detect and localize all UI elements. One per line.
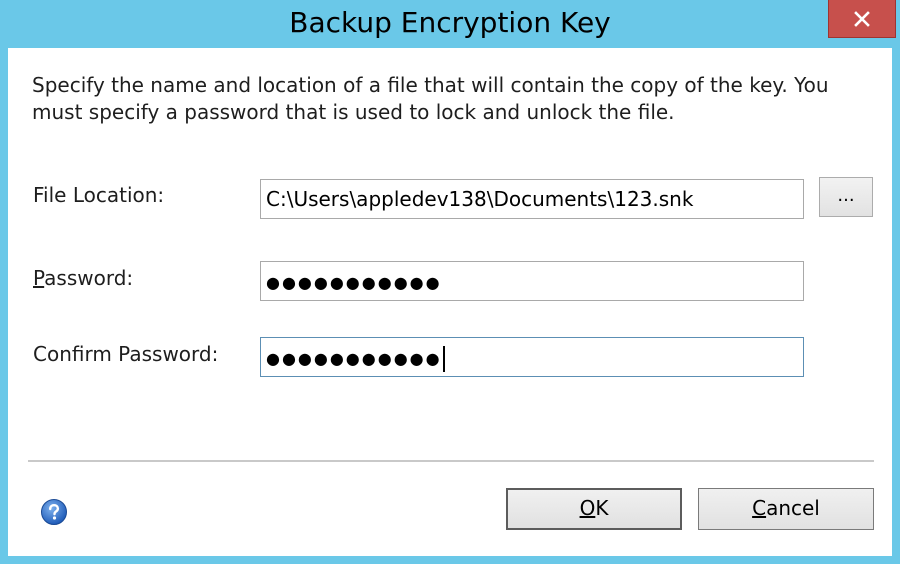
confirm-password-input[interactable]: ●●●●●●●●●●● — [260, 337, 804, 377]
confirm-password-masked-value: ●●●●●●●●●●● — [266, 349, 442, 368]
ok-label-rest: K — [595, 496, 609, 520]
password-masked-value: ●●●●●●●●●●● — [266, 273, 442, 292]
password-input[interactable]: ●●●●●●●●●●● — [260, 261, 804, 301]
close-button[interactable] — [828, 0, 896, 38]
password-label-mnemonic: P — [33, 266, 45, 290]
file-location-input[interactable]: C:\Users\appledev138\Documents\123.snk — [260, 179, 804, 219]
cancel-mnemonic: C — [752, 496, 767, 520]
help-icon[interactable] — [40, 498, 68, 526]
file-location-label: File Location: — [33, 183, 165, 207]
footer-separator — [28, 460, 874, 462]
browse-button[interactable]: ... — [819, 177, 873, 217]
cancel-button[interactable]: Cancel — [698, 488, 874, 530]
password-label-rest: assword: — [44, 266, 134, 290]
cancel-label-rest: ancel — [766, 496, 820, 520]
close-icon — [854, 10, 870, 27]
dialog-title: Backup Encryption Key — [289, 6, 611, 39]
ok-mnemonic: O — [579, 496, 596, 520]
password-label: Password: — [33, 266, 133, 290]
dialog-body: Specify the name and location of a file … — [8, 48, 892, 556]
instructions-text: Specify the name and location of a file … — [32, 73, 829, 124]
text-caret — [442, 345, 445, 372]
ok-button[interactable]: OK — [506, 488, 682, 530]
confirm-password-label: Confirm Password: — [33, 342, 219, 366]
title-bar[interactable]: Backup Encryption Key — [0, 0, 900, 48]
file-location-value: C:\Users\appledev138\Documents\123.snk — [266, 187, 694, 211]
